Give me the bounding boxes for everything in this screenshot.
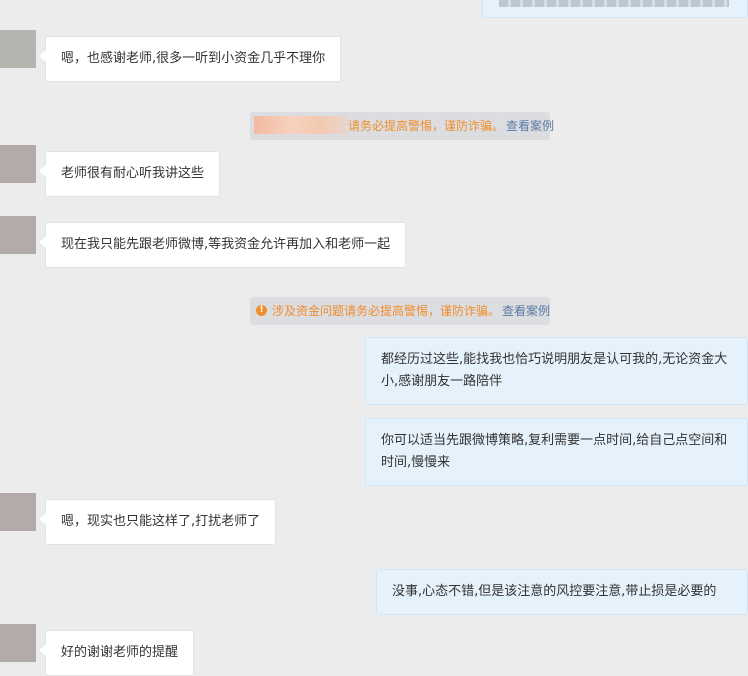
message-bubble-outgoing-clipped — [482, 0, 748, 18]
notice-text: 请务必提高警惕，谨防诈骗。 — [348, 119, 505, 133]
message-text: 好的谢谢老师的提醒 — [61, 645, 179, 660]
message-text: 都经历过这些,能找我也恰巧说明朋友是认可我的,无论资金大小,感谢朋友一路陪伴 — [381, 352, 728, 389]
message-bubble-outgoing: 你可以适当先跟微博策略,复利需要一点时间,给自己点空间和时间,慢慢来 — [365, 418, 748, 486]
message-bubble-incoming: 好的谢谢老师的提醒 — [38, 630, 195, 676]
message-bubble-incoming: 老师很有耐心听我讲这些 — [38, 151, 221, 197]
security-notice: 请务必提高警惕，谨防诈骗。 查看案例 — [250, 112, 554, 140]
message-bubble-outgoing: 都经历过这些,能找我也恰巧说明朋友是认可我的,无论资金大小,感谢朋友一路陪伴 — [365, 337, 748, 405]
contact-avatar[interactable] — [0, 624, 36, 662]
view-cases-link[interactable]: 查看案例 — [506, 119, 554, 133]
contact-avatar[interactable] — [0, 493, 36, 531]
security-notice: ! 涉及资金问题请务必提高警惕，谨防诈骗。 查看案例 — [250, 297, 550, 325]
warning-icon: ! — [256, 304, 267, 316]
message-text: 嗯，现实也只能这样了,打扰老师了 — [61, 514, 261, 529]
message-text: 现在我只能先跟老师微博,等我资金允许再加入和老师一起 — [61, 237, 391, 252]
redacted-text — [254, 116, 348, 134]
contact-avatar[interactable] — [0, 145, 36, 183]
notice-text: 涉及资金问题请务必提高警惕，谨防诈骗。 — [272, 304, 501, 318]
message-bubble-outgoing: 没事,心态不错,但是该注意的风控要注意,带止损是必要的 — [376, 569, 748, 615]
message-text: 老师很有耐心听我讲这些 — [61, 166, 205, 181]
message-text: 嗯，也感谢老师,很多一听到小资金几乎不理你 — [61, 51, 326, 66]
message-bubble-incoming: 现在我只能先跟老师微博,等我资金允许再加入和老师一起 — [38, 222, 407, 268]
message-text: 没事,心态不错,但是该注意的风控要注意,带止损是必要的 — [392, 584, 717, 599]
clipped-text — [499, 0, 729, 7]
view-cases-link[interactable]: 查看案例 — [502, 304, 550, 318]
contact-avatar[interactable] — [0, 216, 36, 254]
message-text: 你可以适当先跟微博策略,复利需要一点时间,给自己点空间和时间,慢慢来 — [381, 433, 728, 470]
message-bubble-incoming: 嗯，现实也只能这样了,打扰老师了 — [38, 499, 277, 545]
contact-avatar[interactable] — [0, 30, 36, 68]
message-bubble-incoming: 嗯，也感谢老师,很多一听到小资金几乎不理你 — [38, 36, 342, 82]
